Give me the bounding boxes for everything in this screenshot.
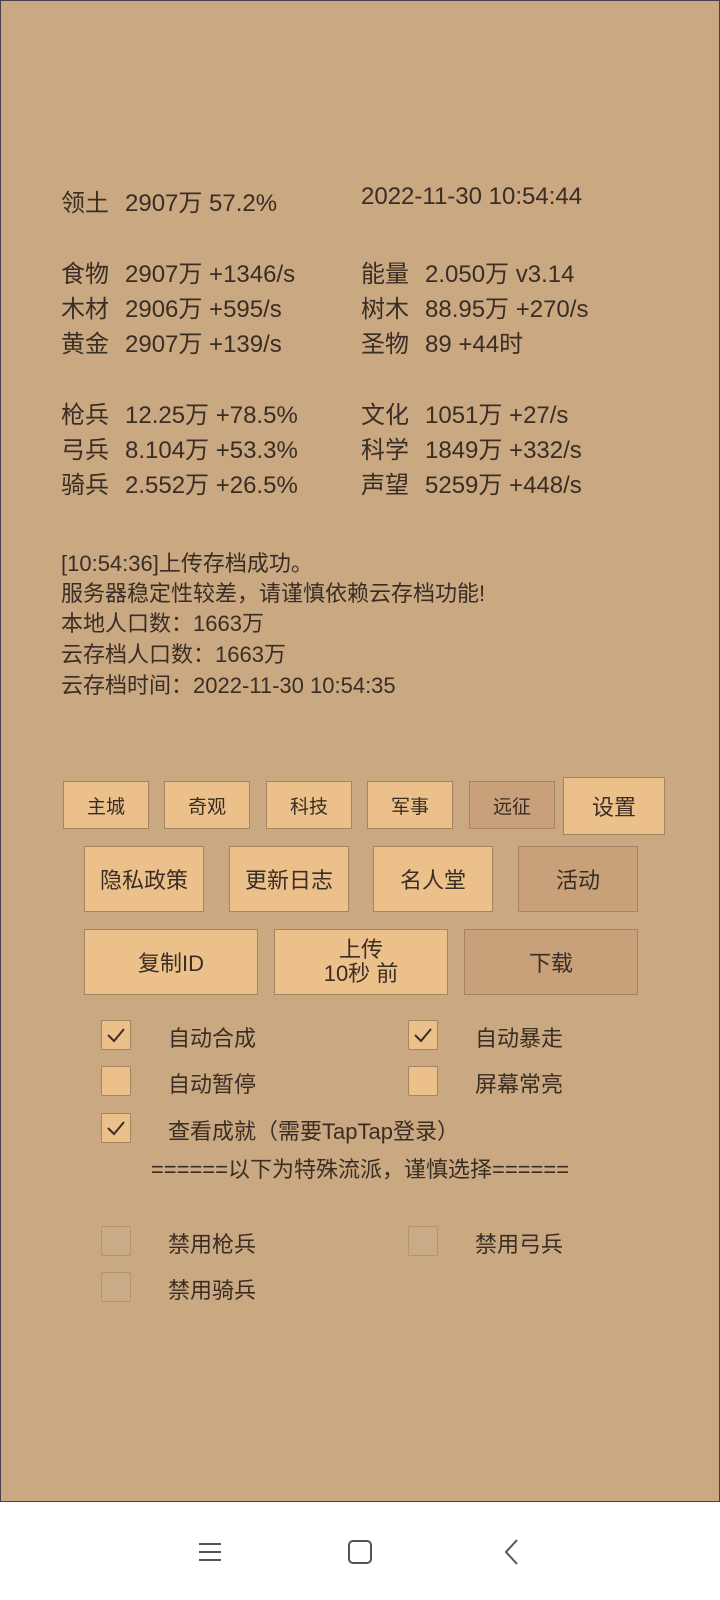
view-achievements-label: 查看成就（需要TapTap登录） <box>168 1119 459 1144</box>
privacy-policy-button[interactable]: 隐私政策 <box>84 846 204 912</box>
stat-culture: 文化 1051万 +27/s <box>361 395 568 430</box>
current-datetime: 2022-11-30 10:54:44 <box>361 183 583 210</box>
tab-wonders[interactable]: 奇观 <box>164 781 250 829</box>
stat-trees: 树木 88.95万 +270/s <box>361 289 588 324</box>
stat-label: 树木 <box>361 296 409 323</box>
stat-value: 89 +44时 <box>425 331 524 358</box>
stat-gold: 黄金 2907万 +139/s <box>61 324 282 359</box>
tab-military[interactable]: 军事 <box>367 781 453 829</box>
screen-on-checkbox[interactable] <box>408 1066 438 1096</box>
stat-cavalry: 骑兵 2.552万 +26.5% <box>61 465 298 500</box>
events-button[interactable]: 活动 <box>518 846 638 912</box>
stat-value: 2906万 +595/s <box>125 296 282 323</box>
tab-technology[interactable]: 科技 <box>266 781 352 829</box>
tab-expedition[interactable]: 远征 <box>469 781 555 829</box>
log-line-cloud-pop: 云存档人口数：1663万 <box>61 642 286 667</box>
auto-merge-label: 自动合成 <box>168 1026 257 1051</box>
log-line-cloud-time: 云存档时间：2022-11-30 10:54:35 <box>61 673 396 698</box>
changelog-button[interactable]: 更新日志 <box>229 846 349 912</box>
stat-prestige: 声望 5259万 +448/s <box>361 465 582 500</box>
auto-pause-checkbox[interactable] <box>101 1066 131 1096</box>
stat-wood: 木材 2906万 +595/s <box>61 289 282 324</box>
back-chevron-icon[interactable] <box>492 1532 532 1572</box>
view-achievements-checkbox[interactable] <box>101 1113 131 1143</box>
stat-label: 黄金 <box>61 331 109 358</box>
tab-main-city[interactable]: 主城 <box>63 781 149 829</box>
stat-value: 2.050万 v3.14 <box>425 261 575 288</box>
stat-label: 领土 <box>61 190 109 217</box>
disable-spear-checkbox[interactable] <box>101 1226 131 1256</box>
stat-label: 骑兵 <box>61 472 109 499</box>
stat-value: 2907万 57.2% <box>125 190 278 217</box>
stat-value: 1051万 +27/s <box>425 402 569 429</box>
stat-label: 能量 <box>361 261 409 288</box>
stat-label: 声望 <box>361 472 409 499</box>
stat-value: 5259万 +448/s <box>425 472 582 499</box>
stat-value: 2907万 +139/s <box>125 331 282 358</box>
checkmark-icon <box>107 1121 125 1136</box>
game-panel: 领土 2907万 57.2% 2022-11-30 10:54:44 食物 2907… <box>0 0 720 1502</box>
stat-label: 木材 <box>61 296 109 323</box>
disable-bow-label: 禁用弓兵 <box>475 1232 564 1257</box>
auto-pause-label: 自动暂停 <box>168 1072 257 1097</box>
download-button[interactable]: 下载 <box>464 929 638 995</box>
stat-label: 圣物 <box>361 331 409 358</box>
auto-merge-checkbox[interactable] <box>101 1020 131 1050</box>
stat-value: 8.104万 +53.3% <box>125 437 298 464</box>
stat-label: 食物 <box>61 261 109 288</box>
auto-rampage-checkbox[interactable] <box>408 1020 438 1050</box>
stat-value: 2907万 +1346/s <box>125 261 296 288</box>
disable-spear-label: 禁用枪兵 <box>168 1232 257 1257</box>
log-line-upload: [10:54:36]上传存档成功。 <box>61 551 313 576</box>
menu-icon[interactable] <box>190 1532 230 1572</box>
special-mode-divider: ======以下为特殊流派，谨慎选择====== <box>150 1157 570 1182</box>
copy-id-button[interactable]: 复制ID <box>84 929 258 995</box>
stat-territory: 领土 2907万 57.2% <box>61 183 277 218</box>
system-nav-bar <box>0 1502 720 1600</box>
stat-energy: 能量 2.050万 v3.14 <box>361 254 574 289</box>
stat-food: 食物 2907万 +1346/s <box>61 254 295 289</box>
stat-label: 弓兵 <box>61 437 109 464</box>
stat-relics: 圣物 89 +44时 <box>361 324 523 359</box>
stat-value: 12.25万 +78.5% <box>125 402 298 429</box>
stat-label: 科学 <box>361 437 409 464</box>
disable-cavalry-label: 禁用骑兵 <box>168 1278 257 1303</box>
stat-value: 2.552万 +26.5% <box>125 472 298 499</box>
checkmark-icon <box>414 1028 432 1043</box>
upload-button-label: 上传 <box>338 937 383 962</box>
stat-archers: 弓兵 8.104万 +53.3% <box>61 430 298 465</box>
stat-spearmen: 枪兵 12.25万 +78.5% <box>61 395 298 430</box>
upload-button-time: 10秒 前 <box>323 961 399 986</box>
home-square-icon[interactable] <box>340 1532 380 1572</box>
hall-of-fame-button[interactable]: 名人堂 <box>373 846 493 912</box>
disable-cavalry-checkbox[interactable] <box>101 1272 131 1302</box>
stat-science: 科学 1849万 +332/s <box>361 430 582 465</box>
disable-bow-checkbox[interactable] <box>408 1226 438 1256</box>
stat-value: 1849万 +332/s <box>425 437 582 464</box>
screen-on-label: 屏幕常亮 <box>475 1072 564 1097</box>
auto-rampage-label: 自动暴走 <box>475 1026 564 1051</box>
tab-settings[interactable]: 设置 <box>563 777 665 835</box>
checkmark-icon <box>107 1028 125 1043</box>
stat-label: 枪兵 <box>61 402 109 429</box>
upload-button[interactable]: 上传 10秒 前 <box>274 929 448 995</box>
stat-label: 文化 <box>361 402 409 429</box>
stat-value: 88.95万 +270/s <box>425 296 589 323</box>
log-line-warning: 服务器稳定性较差，请谨慎依赖云存档功能! <box>61 581 486 606</box>
log-line-local-pop: 本地人口数：1663万 <box>61 611 264 636</box>
